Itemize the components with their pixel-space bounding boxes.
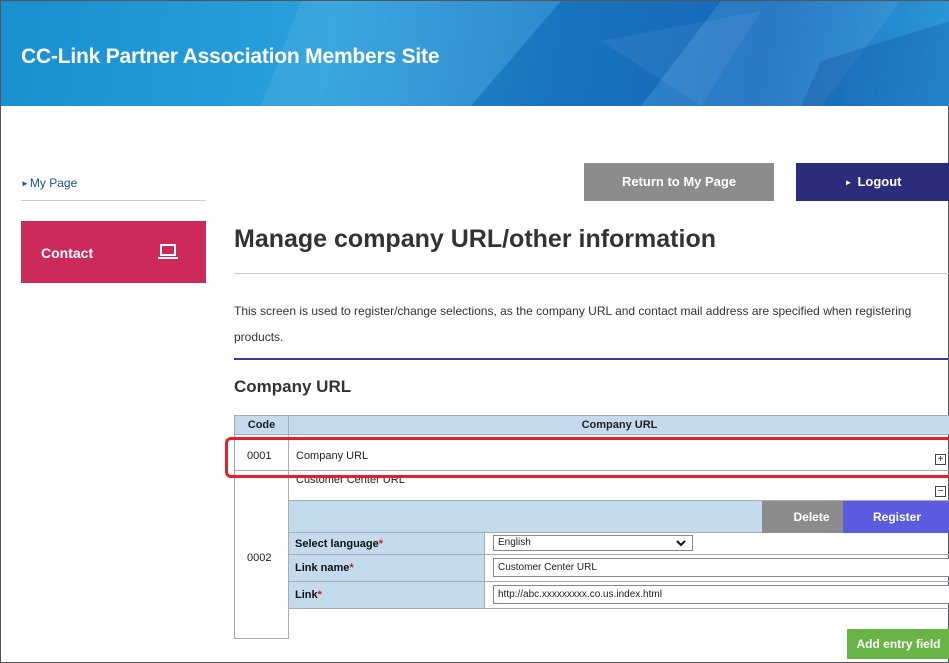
language-select[interactable]: English [493,535,693,551]
chevron-down-icon [676,536,686,550]
highlight-box [225,437,949,478]
sidebar-divider [21,200,206,201]
section-title: Company URL [234,377,352,396]
minus-box-icon[interactable]: − [935,486,946,497]
language-select-value: English [498,537,531,548]
site-header: CC-Link Partner Association Members Site [1,1,949,106]
header-company-url: Company URL [289,415,949,435]
logout-button[interactable]: ► Logout [796,163,949,201]
sidebar-my-page-link[interactable]: ►My Page [21,176,77,190]
header-code: Code [235,415,289,435]
triangle-right-icon: ► [21,179,29,188]
description-divider [234,358,949,360]
link-input[interactable]: http://abc.xxxxxxxxx.co.us.index.html [493,585,949,604]
site-title: CC-Link Partner Association Members Site [21,45,440,68]
my-page-label: My Page [29,176,78,190]
add-entry-field-button[interactable]: Add entry field [847,629,949,659]
page-description: This screen is used to register/change s… [234,304,912,344]
return-to-my-page-button[interactable]: Return to My Page [584,163,774,201]
link-label: Link* [295,589,322,601]
triangle-right-icon: ► [844,178,853,187]
laptop-icon [158,243,178,264]
contact-button[interactable]: Contact [21,221,206,283]
title-divider [234,273,949,274]
language-label: Select language* [295,538,384,550]
page-title: Manage company URL/other information [234,225,716,253]
row-code-0002: 0002 [235,471,289,639]
logout-label: Logout [857,174,902,189]
link-name-input[interactable]: Customer Center URL [493,558,949,577]
contact-label: Contact [41,245,94,261]
link-name-label: Link name* [295,562,354,574]
register-button[interactable]: Register [843,501,949,533]
